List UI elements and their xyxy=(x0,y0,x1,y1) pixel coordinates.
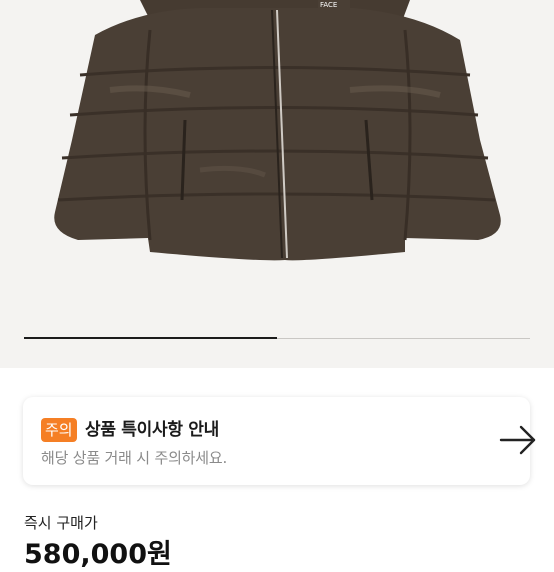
notice-subtitle: 해당 상품 거래 시 주의하세요. xyxy=(41,449,228,467)
product-image[interactable]: FACE xyxy=(0,0,554,368)
caution-badge: 주의 xyxy=(41,418,77,442)
price-value: 580,000원 xyxy=(24,539,172,570)
notice-title: 상품 특이사항 안내 xyxy=(85,420,219,440)
arrow-right-icon[interactable] xyxy=(499,424,537,456)
puffer-jacket-image: FACE xyxy=(54,0,501,261)
carousel-indicator xyxy=(24,337,530,339)
price-label: 즉시 구매가 xyxy=(24,514,98,532)
carousel-progress-bar xyxy=(24,337,277,339)
notice-card[interactable]: 주의 상품 특이사항 안내 해당 상품 거래 시 주의하세요. xyxy=(23,397,536,485)
brand-logo: FACE xyxy=(320,1,337,9)
